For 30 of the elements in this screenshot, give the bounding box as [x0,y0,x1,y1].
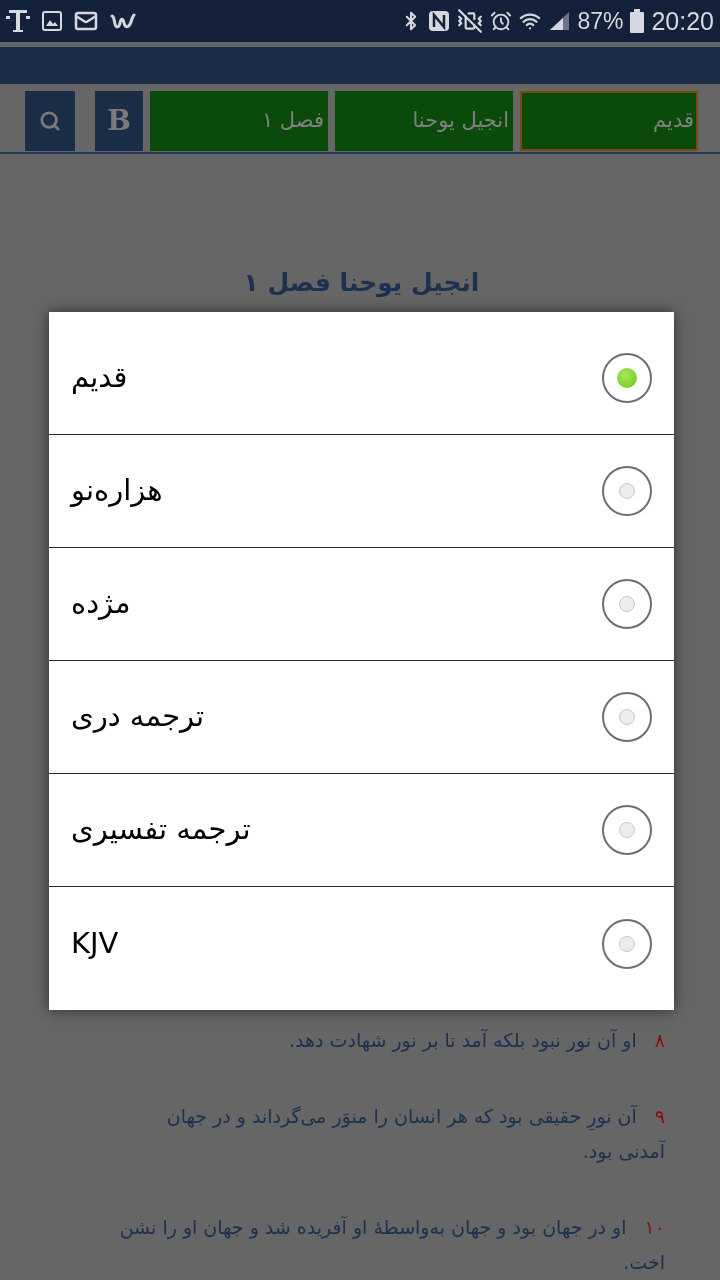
verse-text: ۹ آن نورِ حقیقی بود که هر انسان را منوَر می‌گرداند و در جهان آمدنی بود. [165,1104,665,1165]
verse-text: ۱۰ او در جهان بود و جهان به‌واسطهٔ او آفریده شد و جهان او را نشن اخت. [118,1215,665,1275]
t-logo-icon [6,8,30,34]
radio-button[interactable] [602,918,652,969]
page-title: انجیل یوحنا فصل ۱ [243,267,480,299]
option-label[interactable]: مژده [71,582,131,626]
option-label[interactable]: قدیم [71,356,128,400]
radio-button[interactable] [602,805,652,855]
nfc-icon [428,10,451,32]
search-icon [39,110,61,132]
verse-text: ۸ او آن نور نبود بلکه آمد تا بر نور شهادت دهد. [288,1028,665,1054]
option-label[interactable]: هزاره‌نو [71,469,163,513]
squiggle-icon [110,12,136,30]
search-button[interactable] [25,91,75,151]
option-label[interactable]: KJV [71,921,119,966]
radio-button[interactable] [602,466,652,516]
radio-button[interactable] [602,353,652,403]
radio-button[interactable] [602,692,652,742]
option-label[interactable]: ترجمه تفسیری [71,808,251,852]
mail-icon [74,9,98,33]
vibrate-off-icon [457,8,484,34]
clock-time: 20:20 [651,8,714,34]
wifi-icon [519,10,542,32]
radio-button[interactable] [602,579,652,629]
option-label[interactable]: ترجمه دری [71,695,205,739]
battery-percent: 87% [577,9,624,33]
signal-icon [548,11,571,31]
battery-icon [630,9,645,33]
alarm-clock-icon [490,10,513,32]
image-icon [42,11,62,31]
